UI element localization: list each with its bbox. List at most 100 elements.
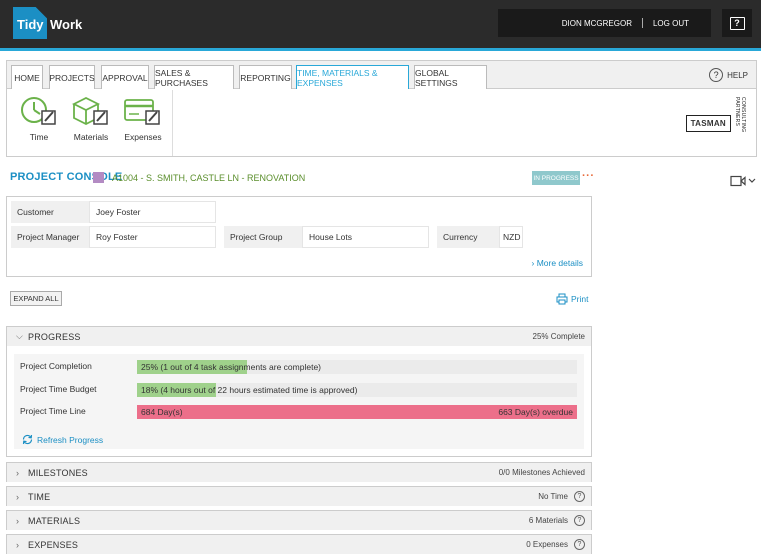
status-badge[interactable]: IN PROGRESS — [532, 171, 580, 185]
materials-section[interactable]: › MATERIALS 6 Materials ? — [6, 510, 592, 530]
chevron-right-icon: › — [16, 491, 19, 502]
print-button[interactable]: Print — [556, 293, 588, 305]
milestones-section[interactable]: › MILESTONES 0/0 Milestones Achieved — [6, 462, 592, 482]
tool-expenses[interactable]: Expenses — [121, 96, 165, 142]
question-circle-icon[interactable]: ? — [574, 515, 585, 526]
milestones-title: MILESTONES — [28, 467, 88, 478]
time-section[interactable]: › TIME No Time ? — [6, 486, 592, 506]
chevron-right-icon: › — [16, 539, 19, 550]
chevron-down-icon: ⌵ — [16, 331, 23, 341]
logout-link[interactable]: LOG OUT — [653, 19, 689, 28]
more-details-label: More details — [536, 258, 583, 268]
company-logo: TASMAN CONSULTING PARTNERS — [685, 97, 746, 149]
company-subtitle: CONSULTING PARTNERS — [734, 97, 746, 133]
progress-section: ⌵ PROGRESS 25% Complete Project Completi… — [6, 326, 592, 457]
tool-time-label: Time — [29, 132, 49, 142]
expand-all-button[interactable]: EXPAND ALL — [10, 291, 62, 306]
question-circle-icon: ? — [709, 68, 724, 82]
progress-row-label: Project Completion — [20, 361, 92, 371]
chevron-right-icon: › — [16, 515, 19, 526]
tab-projects[interactable]: PROJECTS — [49, 65, 95, 89]
progress-section-header[interactable]: ⌵ PROGRESS 25% Complete — [7, 327, 591, 346]
milestones-summary: 0/0 Milestones Achieved — [498, 468, 585, 477]
page-title: PROJECT CONSOLE — [10, 171, 123, 183]
expenses-section[interactable]: › EXPENSES 0 Expenses ? — [6, 534, 592, 554]
top-bar: Tidy Work DION MCGREGOR LOG OUT ? — [0, 0, 761, 48]
chevron-right-icon: › — [16, 467, 19, 478]
project-details-panel: Customer Joey Foster Project Manager Roy… — [6, 196, 592, 277]
progress-row-label: Project Time Line — [20, 406, 86, 416]
printer-icon — [556, 293, 568, 305]
currency-label: Currency — [437, 226, 499, 248]
progress-row-time-line: Project Time Line 684 Day(s) 663 Day(s) … — [14, 405, 584, 419]
logo-left-text: Tidy — [13, 7, 47, 39]
progress-row-completion: Project Completion 25% (1 out of 4 task … — [14, 360, 584, 374]
project-group-value: House Lots — [302, 226, 429, 248]
user-menu: DION MCGREGOR LOG OUT — [498, 9, 711, 37]
help-link[interactable]: ? HELP — [709, 68, 748, 82]
tab-approval[interactable]: APPROVAL — [101, 65, 149, 89]
question-circle-icon[interactable]: ? — [574, 539, 585, 550]
progress-section-title: PROGRESS — [28, 331, 81, 342]
time-section-header[interactable]: › TIME No Time ? — [7, 487, 591, 506]
chevron-right-icon: › — [531, 258, 535, 268]
tab-reporting[interactable]: REPORTING — [239, 65, 292, 89]
progress-track: 18% (4 hours out of 22 hours estimated t… — [137, 383, 577, 397]
progress-text-overdue: 663 Day(s) overdue — [498, 407, 573, 417]
refresh-icon — [22, 434, 33, 445]
project-group-label: Project Group — [224, 226, 302, 248]
user-name[interactable]: DION MCGREGOR — [562, 19, 632, 28]
progress-row-time-budget: Project Time Budget 18% (4 hours out of … — [14, 383, 584, 397]
currency-value: NZD — [499, 226, 523, 248]
refresh-progress-label: Refresh Progress — [37, 434, 104, 445]
help-button[interactable]: ? — [722, 9, 752, 37]
help-bubble-icon: ? — [729, 16, 745, 30]
main-tabs: HOME PROJECTS APPROVAL SALES & PURCHASES… — [7, 61, 756, 89]
more-options-icon[interactable]: ··· — [582, 170, 595, 182]
refresh-progress-link[interactable]: Refresh Progress — [21, 433, 103, 446]
tool-time[interactable]: Time — [17, 96, 61, 142]
tidywork-logo[interactable]: Tidy Work — [13, 7, 82, 39]
tool-shortcuts: Time Materials Expenses — [7, 90, 173, 156]
project-reference[interactable]: A1004 - S. SMITH, CASTLE LN - RENOVATION — [112, 173, 305, 183]
progress-body: Project Completion 25% (1 out of 4 task … — [14, 354, 584, 449]
progress-track: 25% (1 out of 4 task assignments are com… — [137, 360, 577, 374]
progress-text: 25% (1 out of 4 task assignments are com… — [141, 362, 322, 372]
materials-section-header[interactable]: › MATERIALS 6 Materials ? — [7, 511, 591, 530]
project-group-field: Project Group House Lots — [224, 226, 429, 248]
tab-sales-purchases[interactable]: SALES & PURCHASES — [154, 65, 234, 89]
tool-materials[interactable]: Materials — [69, 96, 113, 142]
print-label: Print — [571, 294, 589, 304]
tool-materials-label: Materials — [73, 132, 109, 142]
expenses-summary: 0 Expenses — [526, 540, 568, 549]
expenses-section-header[interactable]: › EXPENSES 0 Expenses ? — [7, 535, 591, 554]
project-color-swatch — [93, 172, 104, 183]
video-camera-icon[interactable] — [730, 175, 756, 189]
project-manager-field: Project Manager Roy Foster — [11, 226, 216, 248]
more-details-link[interactable]: › More details — [531, 258, 583, 268]
expenses-summary-wrap: 0 Expenses ? — [526, 539, 585, 550]
materials-summary-wrap: 6 Materials ? — [529, 515, 585, 526]
time-summary-wrap: No Time ? — [538, 491, 585, 502]
progress-row-label: Project Time Budget — [20, 384, 97, 394]
card-edit-icon — [124, 99, 160, 125]
expenses-title: EXPENSES — [28, 539, 79, 550]
materials-summary: 6 Materials — [528, 516, 568, 525]
tab-global-settings[interactable]: GLOBAL SETTINGS — [414, 65, 487, 89]
help-link-label: HELP — [727, 70, 748, 80]
project-manager-label: Project Manager — [11, 226, 89, 248]
tab-time-materials-expenses[interactable]: TIME, MATERIALS & EXPENSES — [296, 65, 409, 89]
question-circle-icon[interactable]: ? — [574, 491, 585, 502]
user-separator — [641, 18, 643, 28]
milestones-section-header[interactable]: › MILESTONES 0/0 Milestones Achieved — [7, 463, 591, 482]
time-title: TIME — [28, 491, 51, 502]
tab-home[interactable]: HOME — [11, 65, 43, 89]
materials-title: MATERIALS — [28, 515, 81, 526]
customer-value: Joey Foster — [89, 201, 216, 223]
project-manager-value: Roy Foster — [89, 226, 216, 248]
box-edit-icon — [71, 96, 108, 126]
progress-summary: 25% Complete — [532, 332, 585, 341]
customer-field: Customer Joey Foster — [11, 201, 216, 223]
company-name: TASMAN — [685, 114, 731, 132]
time-summary: No Time — [538, 492, 568, 501]
